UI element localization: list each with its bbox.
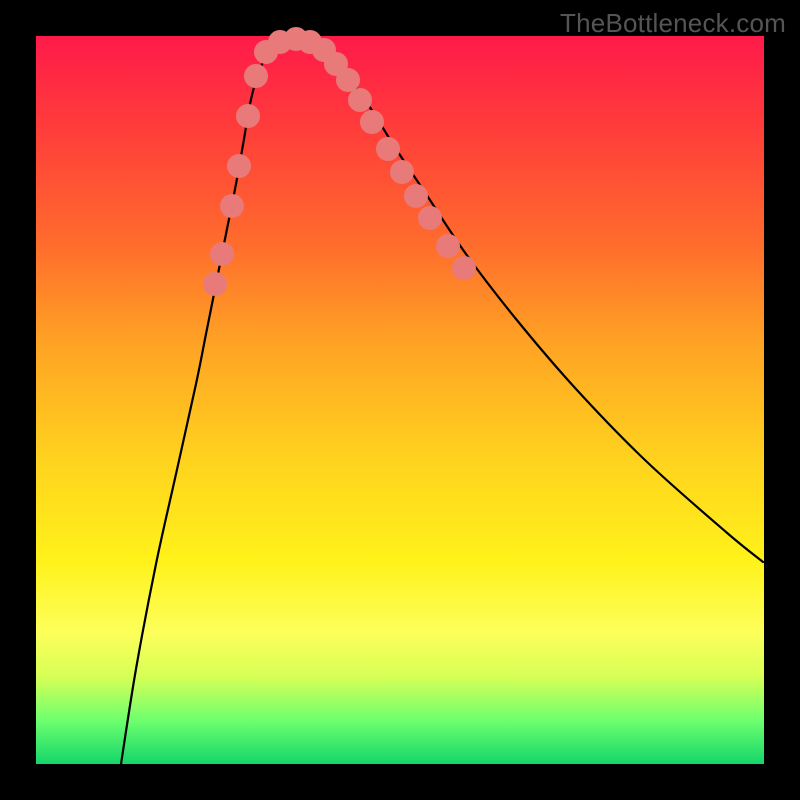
curve-marker (220, 194, 244, 218)
plot-area (36, 36, 764, 764)
bottleneck-curve (121, 38, 763, 764)
curve-marker (236, 104, 260, 128)
curve-marker (360, 110, 384, 134)
curve-marker (336, 68, 360, 92)
chart-frame: TheBottleneck.com (0, 0, 800, 800)
curve-overlay (36, 36, 764, 764)
curve-marker (203, 272, 227, 296)
curve-marker (210, 242, 234, 266)
curve-marker (348, 88, 372, 112)
watermark-text: TheBottleneck.com (560, 8, 786, 39)
curve-marker (436, 234, 460, 258)
curve-marker (376, 137, 400, 161)
marker-group (203, 27, 476, 296)
curve-marker (404, 184, 428, 208)
curve-marker (244, 64, 268, 88)
curve-marker (452, 256, 476, 280)
curve-marker (390, 160, 414, 184)
curve-marker (227, 154, 251, 178)
curve-marker (418, 206, 442, 230)
